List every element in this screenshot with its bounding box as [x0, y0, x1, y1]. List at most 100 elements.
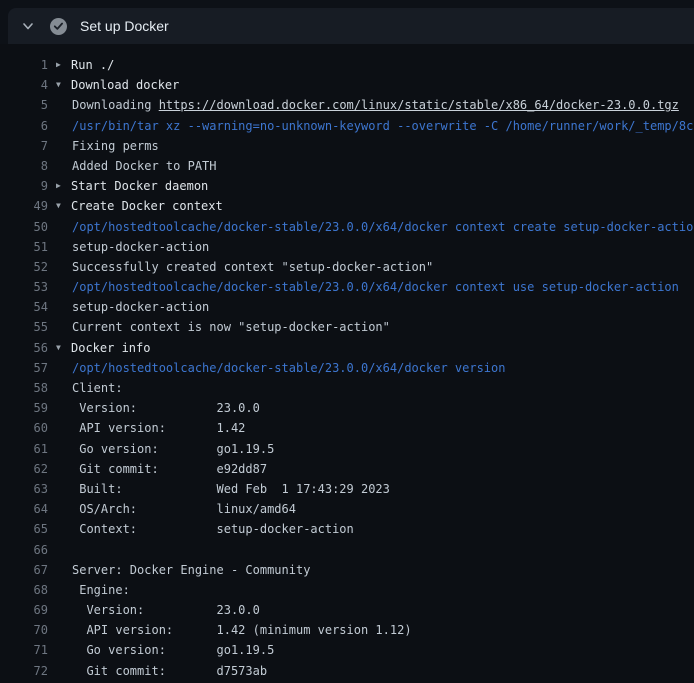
- log-line: 56 ▼Docker info: [0, 338, 694, 358]
- line-number[interactable]: 58: [0, 378, 48, 398]
- line-number[interactable]: 9: [0, 176, 48, 196]
- log-group-toggle: ▼Create Docker context: [56, 196, 223, 216]
- line-number[interactable]: 71: [0, 640, 48, 660]
- line-number[interactable]: 72: [0, 661, 48, 681]
- line-number[interactable]: 64: [0, 499, 48, 519]
- chevron-down-icon[interactable]: [21, 19, 35, 33]
- log-text: OS/Arch: linux/amd64: [72, 499, 296, 519]
- line-number[interactable]: 69: [0, 600, 48, 620]
- log-text: Go version: go1.19.5: [72, 439, 274, 459]
- download-url-link[interactable]: https://download.docker.com/linux/static…: [159, 95, 679, 115]
- log-text: Downloading https://download.docker.com/…: [72, 95, 679, 115]
- log-text: Engine:: [72, 580, 130, 600]
- log-line: 50/opt/hostedtoolcache/docker-stable/23.…: [0, 217, 694, 237]
- log-line: 70 API version: 1.42 (minimum version 1.…: [0, 620, 694, 640]
- step-header-set-up-docker[interactable]: Set up Docker: [8, 8, 694, 44]
- log-line: 58 Client:: [0, 378, 694, 398]
- line-number[interactable]: 1: [0, 55, 48, 75]
- line-number[interactable]: 63: [0, 479, 48, 499]
- log-line: 5 Downloading https://download.docker.com…: [0, 95, 694, 115]
- line-number[interactable]: 7: [0, 136, 48, 156]
- log-line: 7Fixing perms: [0, 136, 694, 156]
- log-command-text: /opt/hostedtoolcache/docker-stable/23.0.…: [72, 358, 505, 378]
- line-number[interactable]: 5: [0, 95, 48, 115]
- log-line: 61 Go version: go1.19.5: [0, 439, 694, 459]
- log-line: 4 ▼Download docker: [0, 75, 694, 95]
- group-title[interactable]: Download docker: [71, 75, 179, 95]
- group-title[interactable]: Docker info: [71, 338, 150, 358]
- line-number[interactable]: 55: [0, 317, 48, 337]
- line-number[interactable]: 4: [0, 75, 48, 95]
- line-number[interactable]: 65: [0, 519, 48, 539]
- line-number[interactable]: 50: [0, 217, 48, 237]
- log-text: Go version: go1.19.5: [72, 640, 274, 660]
- line-number[interactable]: 6: [0, 116, 48, 136]
- log-text: Version: 23.0.0: [72, 398, 260, 418]
- log-text: Git commit: e92dd87: [72, 459, 267, 479]
- log-line: 71 Go version: go1.19.5: [0, 640, 694, 660]
- log-text: setup-docker-action: [72, 237, 209, 257]
- line-number[interactable]: 61: [0, 439, 48, 459]
- log-group-toggle: ▶Run ./: [56, 55, 114, 75]
- log-command-text: /opt/hostedtoolcache/docker-stable/23.0.…: [72, 217, 694, 237]
- log-line: 60 API version: 1.42: [0, 418, 694, 438]
- line-number[interactable]: 52: [0, 257, 48, 277]
- log-text: Context: setup-docker-action: [72, 519, 354, 539]
- line-number[interactable]: 59: [0, 398, 48, 418]
- log-line: 6/usr/bin/tar xz --warning=no-unknown-ke…: [0, 116, 694, 136]
- group-title[interactable]: Start Docker daemon: [71, 176, 208, 196]
- log-line: 68 Engine:: [0, 580, 694, 600]
- line-number[interactable]: 60: [0, 418, 48, 438]
- log-line: 1 ▶Run ./: [0, 55, 694, 75]
- line-number[interactable]: 57: [0, 358, 48, 378]
- line-number[interactable]: 8: [0, 156, 48, 176]
- log-text: Client:: [72, 378, 123, 398]
- group-expanded-icon[interactable]: ▼: [56, 338, 71, 358]
- log-text: Version: 23.0.0: [72, 600, 260, 620]
- log-text-prefix: Downloading: [72, 95, 159, 115]
- log-line: 8 Added Docker to PATH: [0, 156, 694, 176]
- log-line: 62 Git commit: e92dd87: [0, 459, 694, 479]
- log-text: Server: Docker Engine - Community: [72, 560, 310, 580]
- line-number[interactable]: 67: [0, 560, 48, 580]
- log-output: 1▶Run ./4▼Download docker5Downloading ht…: [0, 44, 694, 683]
- line-number[interactable]: 66: [0, 540, 48, 560]
- line-number[interactable]: 49: [0, 196, 48, 216]
- log-line: 72 Git commit: d7573ab: [0, 661, 694, 681]
- group-title[interactable]: Run ./: [71, 55, 114, 75]
- log-group-toggle: ▼Docker info: [56, 338, 150, 358]
- line-number[interactable]: 62: [0, 459, 48, 479]
- log-line: 9 ▶Start Docker daemon: [0, 176, 694, 196]
- log-text: Git commit: d7573ab: [72, 661, 267, 681]
- log-line: 64 OS/Arch: linux/amd64: [0, 499, 694, 519]
- log-line: 65 Context: setup-docker-action: [0, 519, 694, 539]
- log-line: 66: [0, 540, 694, 560]
- group-collapsed-icon[interactable]: ▶: [56, 55, 71, 75]
- group-expanded-icon[interactable]: ▼: [56, 75, 71, 95]
- actions-log-viewer: Set up Docker 1▶Run ./4▼Download docker5…: [0, 0, 694, 683]
- line-number[interactable]: 70: [0, 620, 48, 640]
- log-group-toggle: ▶Start Docker daemon: [56, 176, 208, 196]
- log-command-text: /usr/bin/tar xz --warning=no-unknown-key…: [72, 116, 694, 136]
- line-number[interactable]: 54: [0, 297, 48, 317]
- line-number[interactable]: 68: [0, 580, 48, 600]
- group-collapsed-icon[interactable]: ▶: [56, 176, 71, 196]
- log-line: 67 Server: Docker Engine - Community: [0, 560, 694, 580]
- line-number[interactable]: 56: [0, 338, 48, 358]
- group-title[interactable]: Create Docker context: [71, 196, 223, 216]
- line-number[interactable]: 51: [0, 237, 48, 257]
- log-line: 49 ▼Create Docker context: [0, 196, 694, 216]
- log-line: 55 Current context is now "setup-docker-a…: [0, 317, 694, 337]
- log-text: setup-docker-action: [72, 297, 209, 317]
- log-line: 51 setup-docker-action: [0, 237, 694, 257]
- group-expanded-icon[interactable]: ▼: [56, 196, 71, 216]
- log-text: Current context is now "setup-docker-act…: [72, 317, 390, 337]
- log-text: API version: 1.42: [72, 418, 245, 438]
- log-line: 54 setup-docker-action: [0, 297, 694, 317]
- log-line: 63 Built: Wed Feb 1 17:43:29 2023: [0, 479, 694, 499]
- log-text: Added Docker to PATH: [72, 156, 217, 176]
- line-number[interactable]: 53: [0, 277, 48, 297]
- log-text: Built: Wed Feb 1 17:43:29 2023: [72, 479, 390, 499]
- step-title: Set up Docker: [80, 18, 169, 34]
- log-line: 52Successfully created context "setup-do…: [0, 257, 694, 277]
